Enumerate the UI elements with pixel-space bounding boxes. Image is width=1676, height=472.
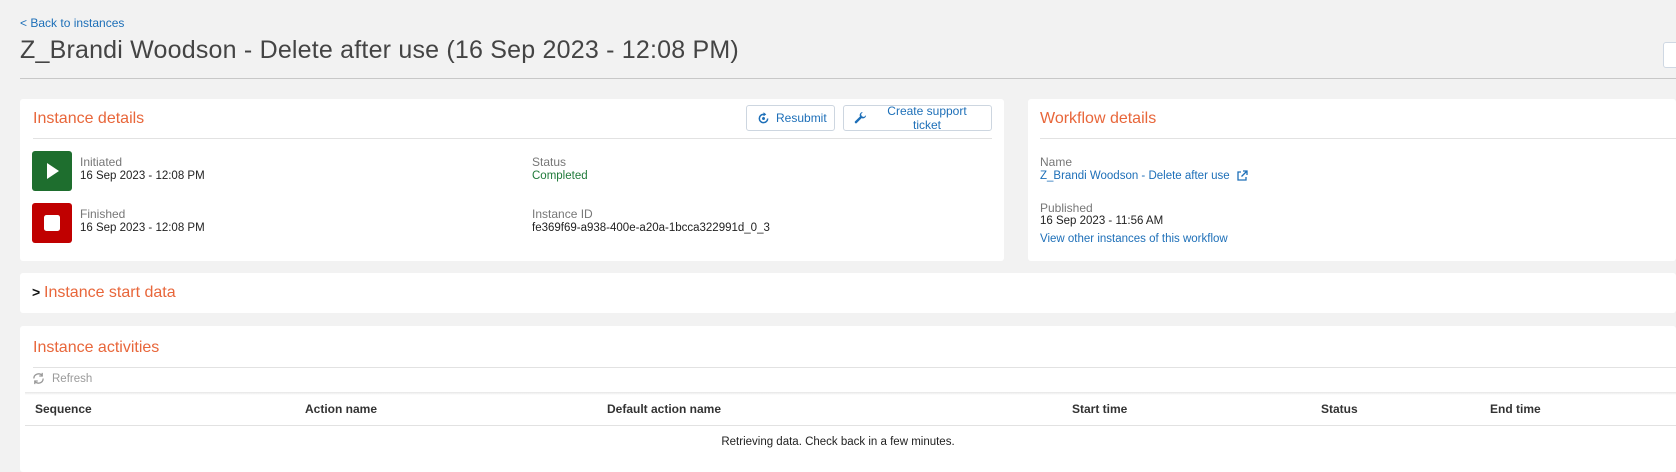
initiated-status-icon xyxy=(32,151,72,191)
status-value: Completed xyxy=(532,170,588,182)
play-icon xyxy=(47,163,59,179)
column-header-action-name[interactable]: Action name xyxy=(305,402,377,416)
table-header-divider xyxy=(25,425,1676,426)
refresh-button[interactable]: Refresh xyxy=(32,372,92,385)
column-header-status[interactable]: Status xyxy=(1321,402,1358,416)
refresh-label: Refresh xyxy=(52,372,93,385)
instance-id-label: Instance ID xyxy=(532,207,593,221)
finished-value: 16 Sep 2023 - 12:08 PM xyxy=(80,222,205,234)
workflow-details-card: Workflow details Name Z_Brandi Woodson -… xyxy=(1028,99,1676,261)
view-other-instances-link[interactable]: View other instances of this workflow xyxy=(1040,233,1228,245)
finished-status-icon xyxy=(32,203,72,243)
external-link-icon xyxy=(1236,170,1248,181)
expand-chevron-icon[interactable]: > xyxy=(32,284,40,300)
table-header-shadow xyxy=(25,392,1676,395)
wrench-icon xyxy=(854,111,867,123)
workflow-name-label: Name xyxy=(1040,155,1073,169)
column-header-end-time[interactable]: End time xyxy=(1490,402,1541,416)
instance-activities-title: Instance activities xyxy=(33,339,160,356)
refresh-icon xyxy=(33,372,44,385)
workflow-name-text: Z_Brandi Woodson - Delete after use xyxy=(1040,170,1230,182)
activities-divider xyxy=(33,367,1676,368)
resubmit-icon xyxy=(758,111,769,123)
published-value: 16 Sep 2023 - 11:56 AM xyxy=(1040,215,1164,227)
initiated-value: 16 Sep 2023 - 12:08 PM xyxy=(80,170,205,182)
instance-activities-card: Instance activities Refresh xyxy=(20,326,1676,472)
initiated-label: Initiated xyxy=(80,155,123,169)
column-header-sequence[interactable]: Sequence xyxy=(35,402,92,416)
status-label: Status xyxy=(532,155,567,169)
instance-details-divider xyxy=(33,138,992,139)
create-support-ticket-label: Create support ticket xyxy=(887,104,967,132)
instance-start-data-panel[interactable]: > Instance start data xyxy=(20,273,1676,313)
finished-label: Finished xyxy=(80,207,126,221)
published-label: Published xyxy=(1040,201,1093,215)
workflow-name-link[interactable]: Z_Brandi Woodson - Delete after use xyxy=(1040,170,1248,182)
title-divider xyxy=(20,78,1676,79)
instance-id-value: fe369f69-a938-400e-a20a-1bcca322991d_0_3 xyxy=(532,222,770,234)
header-action-button[interactable] xyxy=(1663,42,1676,68)
column-header-start-time[interactable]: Start time xyxy=(1072,402,1127,416)
resubmit-label: Resubmit xyxy=(776,111,827,125)
table-empty-message: Retrieving data. Check back in a few min… xyxy=(721,436,955,448)
resubmit-button[interactable]: Resubmit xyxy=(746,105,835,131)
page-title: Z_Brandi Woodson - Delete after use (16 … xyxy=(20,36,739,64)
workflow-details-divider xyxy=(1040,138,1676,139)
instance-details-title: Instance details xyxy=(33,110,145,127)
column-header-default-action-name[interactable]: Default action name xyxy=(607,402,721,416)
back-to-instances-link[interactable]: < Back to instances xyxy=(20,16,124,30)
create-support-ticket-button[interactable]: Create support ticket xyxy=(843,104,992,132)
stop-icon xyxy=(44,215,60,231)
instance-start-data-title[interactable]: Instance start data xyxy=(44,284,176,302)
instance-details-card: Instance details Resubmit Create support… xyxy=(20,99,1004,261)
workflow-details-title: Workflow details xyxy=(1040,110,1157,127)
